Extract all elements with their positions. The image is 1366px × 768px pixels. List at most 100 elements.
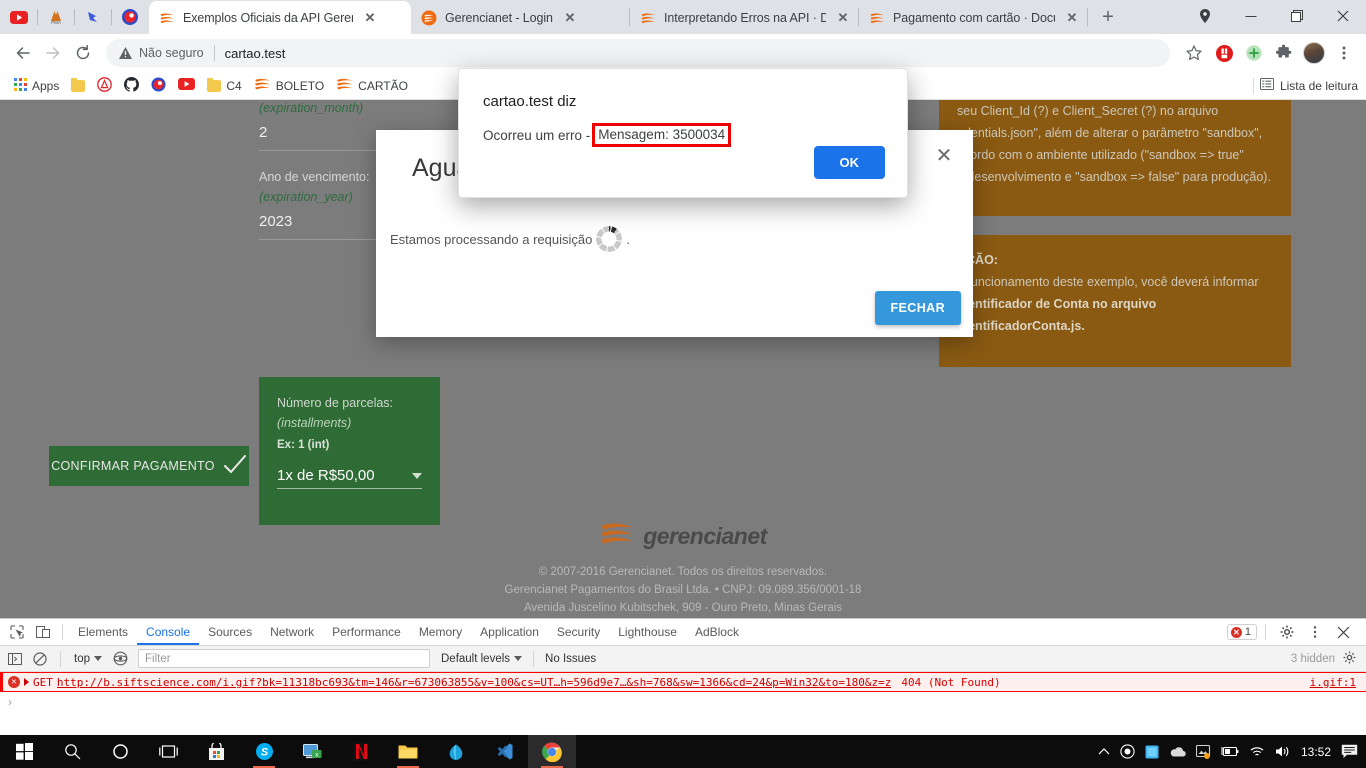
battery-saver-icon[interactable] (1221, 746, 1239, 757)
issues-button[interactable]: No Issues (545, 653, 596, 665)
javascript-alert-dialog: cartao.test diz Ocorreu um erro - Mensag… (458, 68, 908, 198)
bookmark-folder-1[interactable] (65, 75, 91, 97)
tab-close-icon-1[interactable]: ✕ (561, 9, 579, 27)
console-filter-input[interactable]: Filter (138, 649, 430, 668)
confirm-payment-label: CONFIRMAR PAGAMENTO (51, 459, 215, 473)
bookmark-cartao[interactable]: CARTÃO (330, 75, 414, 97)
bookmark-c4[interactable]: C4 (201, 75, 247, 97)
tab-close-icon-3[interactable]: ✕ (1063, 9, 1081, 27)
console-settings-gear-icon[interactable] (1343, 651, 1356, 667)
modal-close-button[interactable]: FECHAR (874, 291, 961, 325)
netflix-icon[interactable] (336, 735, 384, 768)
extensions-puzzle-icon[interactable] (1270, 39, 1298, 67)
close-icon[interactable]: ✕ (929, 140, 959, 170)
taskbar-clock[interactable]: 13:52 (1301, 745, 1331, 759)
photo-app-icon[interactable] (1195, 744, 1211, 759)
browser-tab-2[interactable]: Interpretando Erros na API · Doc ✕ (630, 1, 858, 34)
devtools-tab-console[interactable]: Console (137, 619, 199, 645)
inspect-element-icon[interactable] (4, 619, 30, 645)
reload-button[interactable] (68, 38, 98, 68)
window-maximize-button[interactable] (1274, 0, 1320, 32)
check-icon (223, 454, 247, 478)
console-request-url[interactable]: http://b.siftscience.com/i.gif?bk=11318b… (57, 676, 891, 689)
search-icon[interactable] (48, 735, 96, 768)
adblock-icon[interactable] (1210, 39, 1238, 67)
remote-desktop-icon[interactable]: x (288, 735, 336, 768)
devtools-tab-network[interactable]: Network (261, 619, 323, 645)
record-icon[interactable] (1120, 744, 1135, 759)
console-context-selector[interactable]: top (70, 653, 106, 665)
profile-avatar[interactable] (1300, 39, 1328, 67)
bookmark-github[interactable] (118, 75, 145, 97)
vscode-icon[interactable] (480, 735, 528, 768)
devtools-tab-performance[interactable]: Performance (323, 619, 410, 645)
pinned-tab-unknown[interactable] (76, 0, 110, 34)
cortana-icon[interactable] (96, 735, 144, 768)
devtools-tab-sources[interactable]: Sources (199, 619, 261, 645)
back-button[interactable] (8, 38, 38, 68)
window-close-button[interactable] (1320, 0, 1366, 32)
tab-close-icon-0[interactable]: ✕ (361, 9, 379, 27)
action-center-icon[interactable] (1341, 744, 1358, 759)
console-source-link[interactable]: i.gif:1 (1310, 676, 1362, 689)
show-hidden-icons[interactable] (1098, 747, 1110, 757)
pinned-tab-pma[interactable]: PMA (39, 0, 73, 34)
volume-icon[interactable] (1275, 745, 1291, 758)
acrobat-icon[interactable] (432, 735, 480, 768)
devtools-tab-adblock[interactable]: AdBlock (686, 619, 748, 645)
installments-select[interactable]: 1x de R$50,00 (277, 467, 422, 489)
devtools-tab-security[interactable]: Security (548, 619, 609, 645)
bookmark-boleto[interactable]: BOLETO (248, 75, 330, 97)
error-count-badge[interactable]: ✕ 1 (1226, 624, 1257, 640)
chrome-menu-icon[interactable] (1330, 39, 1358, 67)
bookmark-youtube[interactable] (172, 75, 201, 97)
browser-tab-0[interactable]: Exemplos Oficiais da API Gerenci ✕ (149, 1, 411, 34)
file-explorer-icon[interactable] (384, 735, 432, 768)
devtools-menu-icon[interactable] (1302, 619, 1328, 645)
devtools-tab-application[interactable]: Application (471, 619, 548, 645)
footer-line: © 2007-2016 Gerencianet. Todos os direit… (538, 566, 828, 578)
clear-console-icon[interactable] (29, 648, 51, 670)
console-sidebar-icon[interactable] (4, 648, 26, 670)
chrome-icon[interactable] (528, 735, 576, 768)
gerencianet-logo-icon (599, 520, 635, 553)
start-windows-icon[interactable] (0, 735, 48, 768)
bookmark-avast[interactable] (91, 75, 118, 97)
wifi-icon[interactable] (1249, 745, 1265, 758)
devtools-tab-lighthouse[interactable]: Lighthouse (609, 619, 686, 645)
bookmark-avast-secure-browser[interactable] (145, 75, 172, 97)
alert-ok-button[interactable]: OK (813, 146, 885, 179)
reading-list-icon (1259, 77, 1274, 94)
device-toolbar-icon[interactable] (30, 619, 56, 645)
console-error-row[interactable]: ✕ GET http://b.siftscience.com/i.gif?bk=… (0, 672, 1366, 692)
gear-icon[interactable] (1274, 619, 1300, 645)
skype-icon[interactable]: S (240, 735, 288, 768)
window-controls (1182, 0, 1366, 34)
pinned-tab-youtube[interactable] (2, 0, 36, 34)
pinned-tab-avast[interactable] (113, 0, 147, 34)
tab-close-icon-2[interactable]: ✕ (834, 9, 852, 27)
bookmark-apps[interactable]: Apps (8, 75, 65, 97)
devtools-close-icon[interactable] (1330, 619, 1356, 645)
live-expression-icon[interactable] (109, 648, 131, 670)
devtools-separator (60, 650, 61, 667)
reading-list-label[interactable]: Lista de leitura (1280, 79, 1358, 93)
onedrive-icon[interactable] (1169, 746, 1186, 757)
expand-arrow-icon[interactable] (24, 678, 29, 686)
location-pin-icon[interactable] (1182, 0, 1228, 32)
app-blue-icon[interactable] (1145, 745, 1159, 759)
console-levels-selector[interactable]: Default levels (441, 653, 523, 665)
task-view-icon[interactable] (144, 735, 192, 768)
star-icon[interactable] (1180, 39, 1208, 67)
new-tab-button[interactable]: + (1094, 3, 1122, 31)
browser-tab-3[interactable]: Pagamento com cartão · Docum ✕ (859, 1, 1087, 34)
browser-tab-1[interactable]: Gerencianet - Login ✕ (411, 1, 629, 34)
devtools-tab-memory[interactable]: Memory (410, 619, 471, 645)
devtools-tab-elements[interactable]: Elements (69, 619, 137, 645)
window-minimize-button[interactable] (1228, 0, 1274, 32)
console-input-prompt[interactable]: › (0, 692, 1366, 712)
address-bar[interactable]: Não seguro cartao.test (106, 39, 1170, 67)
microsoft-store-icon[interactable] (192, 735, 240, 768)
confirm-payment-button[interactable]: CONFIRMAR PAGAMENTO (49, 446, 249, 486)
extension-add-icon[interactable] (1240, 39, 1268, 67)
